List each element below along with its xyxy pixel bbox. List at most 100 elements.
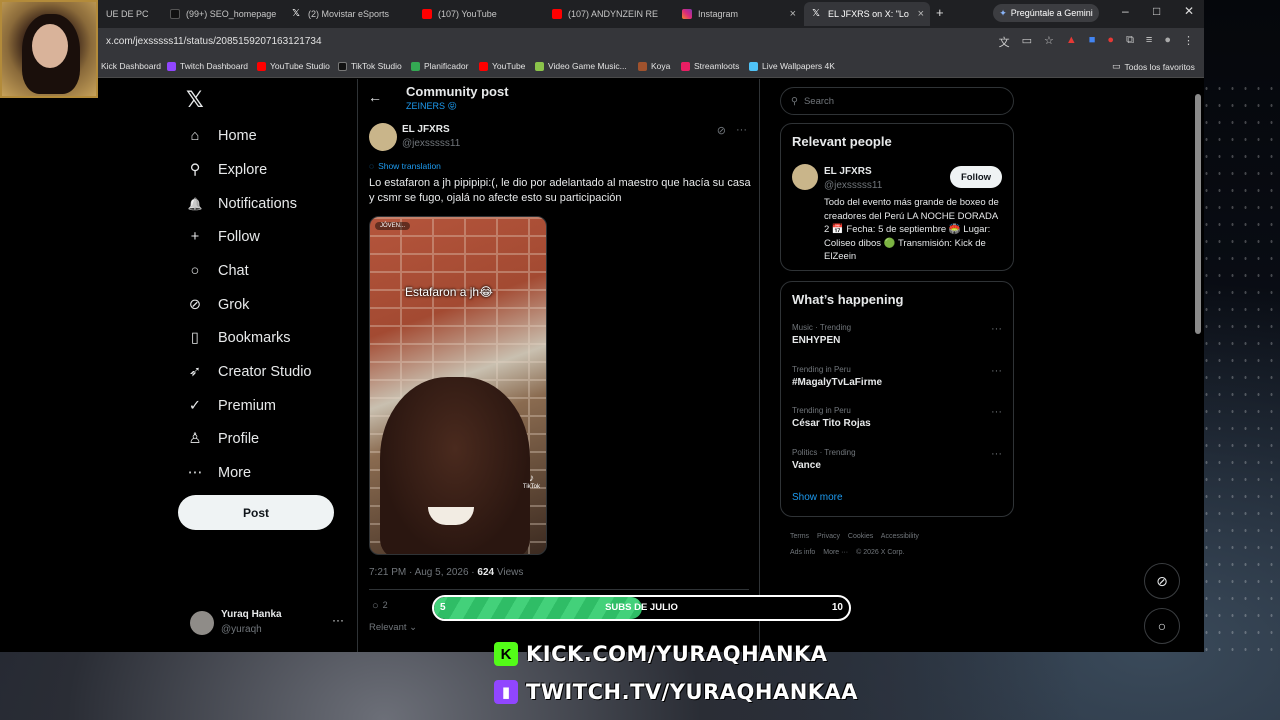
- footer-more[interactable]: More ···: [823, 549, 848, 556]
- nav-chat[interactable]: ○ Chat: [186, 262, 249, 280]
- scrollbar-thumb[interactable]: [1195, 94, 1201, 334]
- post-time: 7:21 PM · Aug 5, 2026 ·: [369, 567, 475, 578]
- translate-icon[interactable]: 文: [999, 34, 1010, 50]
- new-tab-button[interactable]: +: [936, 5, 944, 20]
- author-handle[interactable]: @jexsssss11: [402, 138, 460, 149]
- bookmark-live-wallpapers[interactable]: Live Wallpapers 4K: [749, 61, 835, 71]
- star-icon[interactable]: ☆: [1044, 34, 1054, 50]
- minimize-icon[interactable]: –: [1122, 4, 1129, 18]
- tab-2[interactable]: 𝕏 (2) Movistar eSports: [284, 2, 412, 26]
- tiktok-icon: [338, 61, 347, 71]
- relevant-person-name[interactable]: EL JFXRS: [824, 166, 872, 177]
- bookmark-youtube-studio[interactable]: YouTube Studio: [257, 61, 330, 71]
- address-bar: x.com/jexsssss11/status/2085159207163121…: [0, 28, 1204, 56]
- nav-label: Follow: [218, 229, 260, 245]
- more-dots-icon[interactable]: ···: [991, 448, 1002, 460]
- follow-button[interactable]: Follow: [950, 166, 1002, 188]
- more-dots-icon[interactable]: ···: [332, 613, 344, 627]
- tab-4[interactable]: (107) ANDYNZEIN RE: [544, 2, 672, 26]
- url-input[interactable]: x.com/jexsssss11/status/2085159207163121…: [106, 36, 322, 47]
- footer-ads-info[interactable]: Ads info: [790, 549, 815, 556]
- more-dots-icon[interactable]: ···: [991, 406, 1002, 418]
- nav-bookmarks[interactable]: ▯ Bookmarks: [186, 329, 291, 347]
- nav-home[interactable]: ⌂ Home: [186, 127, 257, 145]
- author-name[interactable]: EL JFXRS: [402, 124, 450, 135]
- bookmark-youtube[interactable]: YouTube: [479, 61, 525, 71]
- nav-label: Premium: [218, 398, 277, 414]
- media-icon[interactable]: ≡: [1146, 34, 1152, 50]
- show-translation-link[interactable]: ◌ Show translation: [369, 161, 441, 171]
- cast-icon[interactable]: ▭: [1022, 34, 1032, 50]
- puzzle-icon[interactable]: ⧉: [1126, 34, 1134, 50]
- bookmark-label: Planificador: [424, 61, 469, 71]
- nav-premium[interactable]: ✓ Premium: [186, 397, 276, 415]
- sparkle-icon: ✦: [999, 7, 1007, 18]
- avatar[interactable]: [792, 164, 818, 190]
- trend-item[interactable]: Trending in Peru #MagalyTvLaFirme ···: [792, 365, 1002, 388]
- extension-a-icon[interactable]: ▲: [1066, 34, 1077, 50]
- bookmark-twitch-dashboard[interactable]: Twitch Dashboard: [167, 61, 248, 71]
- back-arrow-icon[interactable]: ←: [368, 89, 382, 105]
- reply-sort-dropdown[interactable]: Relevant ⌄: [369, 622, 417, 633]
- nav-more[interactable]: ⋯ More: [186, 464, 251, 482]
- nav-notifications[interactable]: 🔔 Notifications: [186, 195, 297, 213]
- nav-grok[interactable]: ⊘ Grok: [186, 296, 250, 314]
- more-dots-icon[interactable]: ···: [736, 124, 747, 137]
- nav-profile[interactable]: ♙ Profile: [186, 430, 260, 448]
- maximize-icon[interactable]: □: [1153, 4, 1160, 18]
- bookmark-video-game-music[interactable]: Video Game Music...: [535, 61, 627, 71]
- account-switcher[interactable]: Yuraq Hanka @yuraqh ···: [190, 607, 350, 641]
- footer-terms[interactable]: Terms: [790, 533, 809, 540]
- bookmark-koya[interactable]: Koya: [638, 61, 670, 71]
- grok-icon[interactable]: ⊘: [717, 124, 726, 137]
- account-handle: @yuraqh: [221, 624, 262, 635]
- trend-item[interactable]: Music · Trending ENHYPEN ···: [792, 323, 1002, 346]
- close-window-icon[interactable]: ✕: [1184, 4, 1194, 18]
- close-tab-icon[interactable]: ×: [790, 8, 796, 20]
- bookmark-label: Video Game Music...: [548, 61, 627, 71]
- tab-0[interactable]: UE DE PC: [98, 2, 150, 26]
- more-dots-icon[interactable]: ···: [991, 323, 1002, 335]
- divider: [369, 589, 749, 590]
- tab-1[interactable]: (99+) SEO_homepage: [162, 2, 280, 26]
- left-navigation: 𝕏 ⌂ Home ⚲ Explore 🔔 Notifications + Fol…: [178, 79, 348, 652]
- page-scrollbar[interactable]: [1195, 82, 1201, 650]
- bookmark-planificador[interactable]: Planificador: [411, 61, 468, 71]
- footer-privacy[interactable]: Privacy: [817, 533, 840, 540]
- profile-avatar-icon[interactable]: ●: [1164, 34, 1171, 50]
- nav-creator-studio[interactable]: ➶ Creator Studio: [186, 363, 312, 381]
- post-button[interactable]: Post: [178, 495, 334, 530]
- reply-action[interactable]: ○ 2: [372, 600, 388, 612]
- grok-fab-icon[interactable]: ⊘: [1144, 563, 1180, 599]
- tab-5[interactable]: Instagram ×: [674, 2, 802, 26]
- menu-icon[interactable]: ⋮: [1183, 34, 1194, 50]
- nav-follow[interactable]: + Follow: [186, 228, 260, 246]
- post-video[interactable]: JÓVEN... Estafaron a jh😂 ♪ TikTok: [369, 216, 547, 555]
- bookmark-tiktok-studio[interactable]: TikTok Studio: [338, 61, 402, 71]
- bookmark-streamloots[interactable]: Streamloots: [681, 61, 739, 71]
- folder-icon: ▭: [1112, 61, 1121, 71]
- author-avatar[interactable]: [369, 123, 397, 151]
- close-tab-icon[interactable]: ×: [918, 8, 924, 20]
- gemini-button[interactable]: ✦ Pregúntale a Gemini: [993, 4, 1099, 22]
- nav-explore[interactable]: ⚲ Explore: [186, 161, 267, 179]
- trend-context: Music · Trending: [792, 323, 852, 332]
- extension-translate-icon[interactable]: ■: [1089, 34, 1096, 50]
- search-input[interactable]: ⚲ Search: [780, 87, 1014, 115]
- extension-record-icon[interactable]: ●: [1107, 34, 1114, 50]
- relevant-person-handle[interactable]: @jexsssss11: [824, 180, 882, 191]
- messages-fab-icon[interactable]: ○: [1144, 608, 1180, 644]
- bookmark-all-favorites[interactable]: ▭ Todos los favoritos: [1112, 61, 1195, 72]
- footer-cookies[interactable]: Cookies: [848, 533, 873, 540]
- trend-item[interactable]: Politics · Trending Vance ···: [792, 448, 1002, 471]
- views-count: 624: [477, 567, 495, 578]
- show-more-link[interactable]: Show more: [792, 492, 843, 503]
- x-logo-icon[interactable]: 𝕏: [186, 87, 204, 113]
- tab-3[interactable]: (107) YouTube: [414, 2, 542, 26]
- bookmark-kick-dashboard[interactable]: Kick Dashboard: [88, 61, 161, 71]
- tab-6-active[interactable]: 𝕏 EL JFXRS on X: "Lo ×: [804, 2, 930, 26]
- community-link[interactable]: ZEINERS 😝: [406, 101, 457, 112]
- trend-item[interactable]: Trending in Peru César Tito Rojas ···: [792, 406, 1002, 429]
- more-dots-icon[interactable]: ···: [991, 365, 1002, 377]
- footer-accessibility[interactable]: Accessibility: [881, 533, 919, 540]
